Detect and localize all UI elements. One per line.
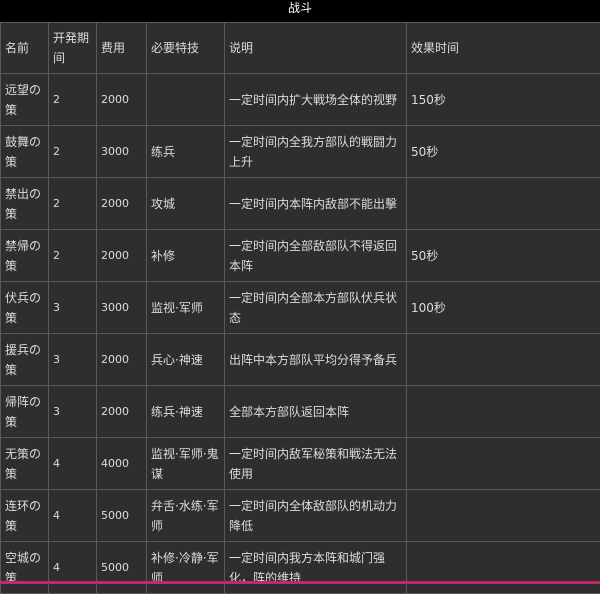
cell-name: 连环の策	[1, 490, 49, 542]
cell-period: 2	[49, 230, 97, 282]
table-header-row: 名前 开発期间 费用 必要特技 说明 效果时间	[1, 23, 600, 74]
cell-period: 4	[49, 490, 97, 542]
strategy-table: 名前 开発期间 费用 必要特技 说明 效果时间 远望の策 2 2000 一定时间…	[0, 22, 600, 594]
table-row: 援兵の策 3 2000 兵心·神速 出阵中本方部队平均分得予备兵	[1, 334, 600, 386]
cell-duration	[407, 334, 600, 386]
cell-cost: 5000	[97, 490, 147, 542]
cell-period: 4	[49, 542, 97, 594]
cell-name: 援兵の策	[1, 334, 49, 386]
table-row: 远望の策 2 2000 一定时间内扩大戦场全体的视野 150秒	[1, 74, 600, 126]
table-row: 空城の策 4 5000 补修·冷静·军师 一定时间内我方本阵和城门强化，阵的维持	[1, 542, 600, 594]
cell-skill: 补修	[147, 230, 225, 282]
table-title: 战斗	[0, 0, 600, 22]
table-row: 禁帰の策 2 2000 补修 一定时间内全部敌部队不得返回本阵 50秒	[1, 230, 600, 282]
table-row: 连环の策 4 5000 弁舌·水练·军师 一定时间内全体敌部队的机动力降低	[1, 490, 600, 542]
cell-skill	[147, 74, 225, 126]
cell-cost: 3000	[97, 282, 147, 334]
cell-description: 出阵中本方部队平均分得予备兵	[225, 334, 407, 386]
cell-description: 一定时间内扩大戦场全体的视野	[225, 74, 407, 126]
cell-skill: 练兵·神速	[147, 386, 225, 438]
cell-duration	[407, 438, 600, 490]
cell-description: 一定时间内全部敌部队不得返回本阵	[225, 230, 407, 282]
table-row: 鼓舞の策 2 3000 练兵 一定时间内全我方部队的戦闘力上升 50秒	[1, 126, 600, 178]
cell-skill: 弁舌·水练·军师	[147, 490, 225, 542]
cell-description: 一定时间内本阵内敌部不能出擊	[225, 178, 407, 230]
cell-cost: 2000	[97, 386, 147, 438]
cell-period: 3	[49, 386, 97, 438]
cell-description: 全部本方部队返回本阵	[225, 386, 407, 438]
cell-name: 远望の策	[1, 74, 49, 126]
cell-duration	[407, 386, 600, 438]
column-header-period: 开発期间	[49, 23, 97, 74]
cell-description: 一定时间内敌军秘策和戦法无法使用	[225, 438, 407, 490]
cell-duration: 50秒	[407, 126, 600, 178]
cell-period: 3	[49, 334, 97, 386]
cell-skill: 监视·军师	[147, 282, 225, 334]
cell-duration	[407, 178, 600, 230]
table-row: 无策の策 4 4000 监视·军师·鬼谋 一定时间内敌军秘策和戦法无法使用	[1, 438, 600, 490]
cell-description: 一定时间内我方本阵和城门强化，阵的维持	[225, 542, 407, 594]
cell-cost: 2000	[97, 334, 147, 386]
cell-duration: 50秒	[407, 230, 600, 282]
column-header-description: 说明	[225, 23, 407, 74]
table-row: 帰阵の策 3 2000 练兵·神速 全部本方部队返回本阵	[1, 386, 600, 438]
cell-period: 4	[49, 438, 97, 490]
cell-name: 伏兵の策	[1, 282, 49, 334]
cell-name: 鼓舞の策	[1, 126, 49, 178]
cell-duration	[407, 542, 600, 594]
column-header-cost: 费用	[97, 23, 147, 74]
cell-cost: 5000	[97, 542, 147, 594]
cell-cost: 4000	[97, 438, 147, 490]
cell-description: 一定时间内全我方部队的戦闘力上升	[225, 126, 407, 178]
cell-cost: 3000	[97, 126, 147, 178]
cell-skill: 练兵	[147, 126, 225, 178]
cell-skill: 补修·冷静·军师	[147, 542, 225, 594]
cell-period: 2	[49, 74, 97, 126]
cell-cost: 2000	[97, 178, 147, 230]
cell-duration: 150秒	[407, 74, 600, 126]
cell-name: 禁帰の策	[1, 230, 49, 282]
column-header-skill: 必要特技	[147, 23, 225, 74]
cell-description: 一定时间内全部本方部队伏兵状态	[225, 282, 407, 334]
cell-name: 空城の策	[1, 542, 49, 594]
column-header-duration: 效果时间	[407, 23, 600, 74]
cell-period: 2	[49, 178, 97, 230]
table-row: 伏兵の策 3 3000 监视·军师 一定时间内全部本方部队伏兵状态 100秒	[1, 282, 600, 334]
cell-cost: 2000	[97, 230, 147, 282]
cell-skill: 兵心·神速	[147, 334, 225, 386]
cell-skill: 监视·军师·鬼谋	[147, 438, 225, 490]
cell-duration: 100秒	[407, 282, 600, 334]
cell-name: 帰阵の策	[1, 386, 49, 438]
cell-period: 2	[49, 126, 97, 178]
table-row: 禁出の策 2 2000 攻城 一定时间内本阵内敌部不能出擊	[1, 178, 600, 230]
cell-skill: 攻城	[147, 178, 225, 230]
column-header-name: 名前	[1, 23, 49, 74]
cell-duration	[407, 490, 600, 542]
cell-period: 3	[49, 282, 97, 334]
cell-name: 无策の策	[1, 438, 49, 490]
cell-name: 禁出の策	[1, 178, 49, 230]
cell-cost: 2000	[97, 74, 147, 126]
cell-description: 一定时间内全体敌部队的机动力降低	[225, 490, 407, 542]
